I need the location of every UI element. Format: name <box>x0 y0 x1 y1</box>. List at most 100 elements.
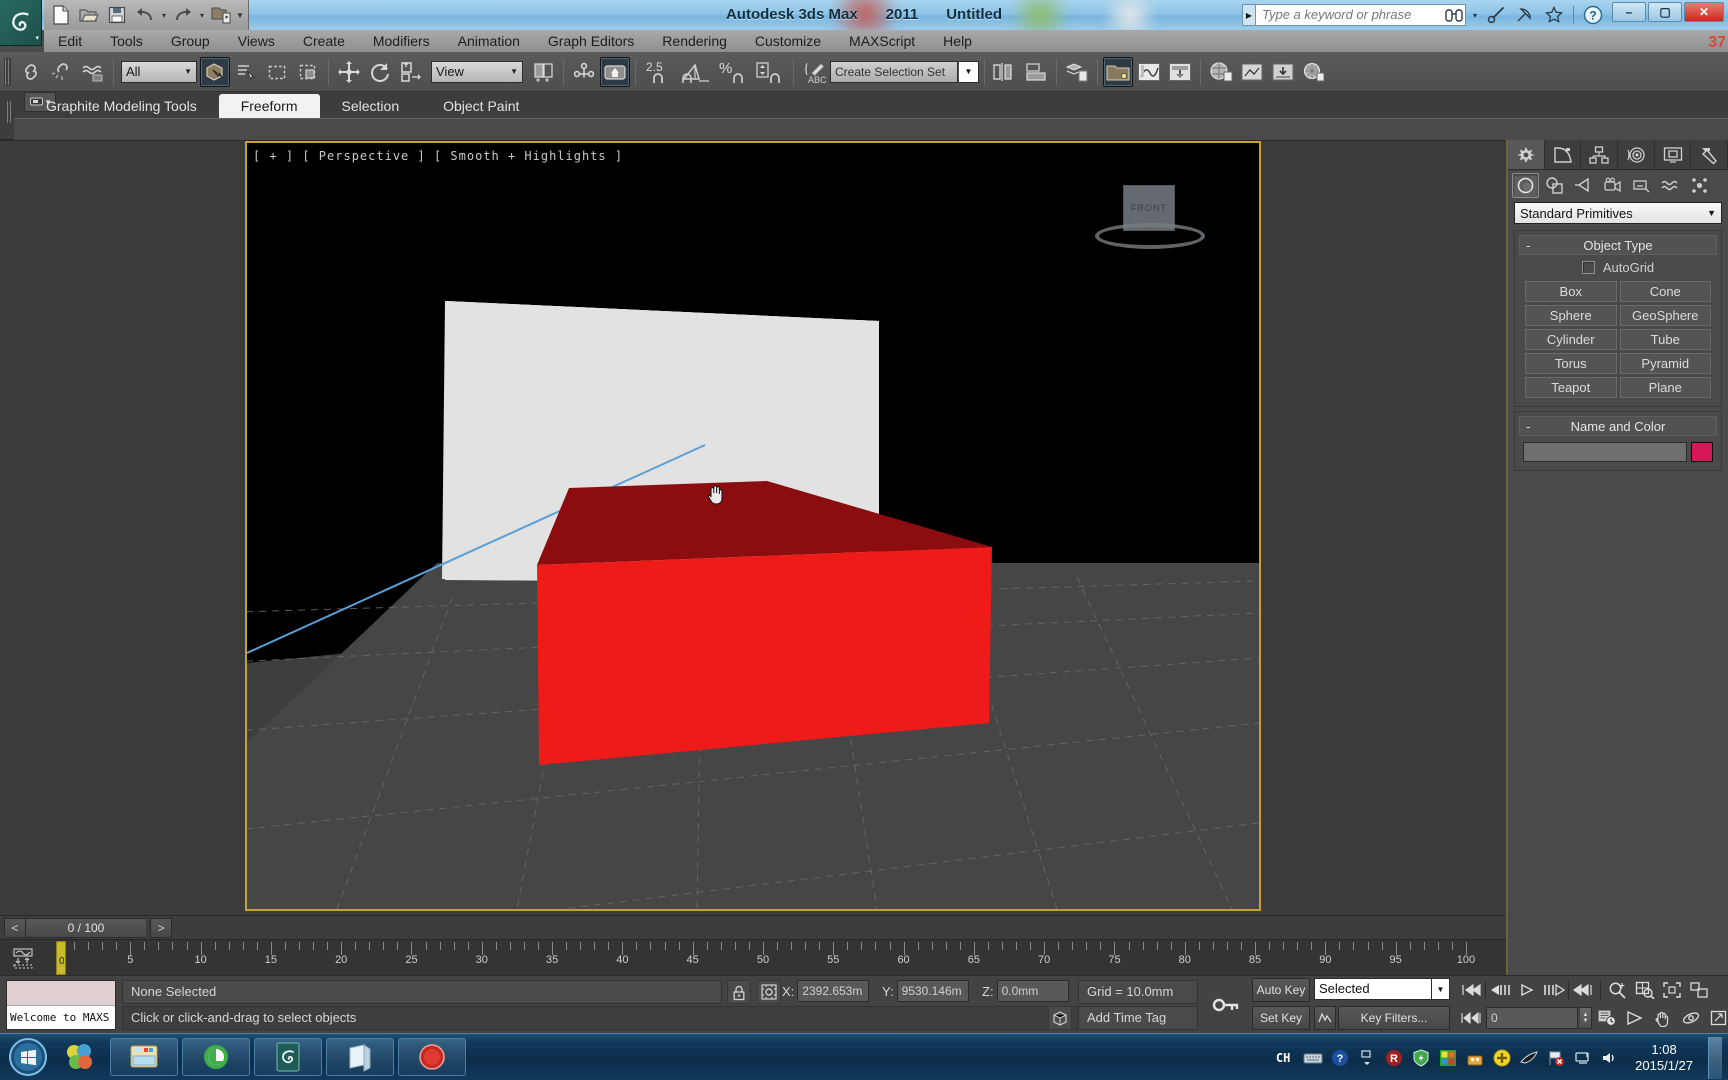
select-and-move-icon[interactable] <box>334 57 364 87</box>
systems-icon[interactable] <box>1686 173 1713 198</box>
redo-dropdown-icon[interactable]: ▾ <box>198 2 206 28</box>
object-type-button-tube[interactable]: Tube <box>1619 329 1711 350</box>
menu-item-group[interactable]: Group <box>157 30 224 52</box>
menu-item-rendering[interactable]: Rendering <box>648 30 741 52</box>
maxscript-output-pane[interactable] <box>7 981 115 1005</box>
satellite-dish-icon[interactable] <box>1512 3 1538 27</box>
pen-tool-icon[interactable] <box>1519 1048 1539 1068</box>
object-type-header[interactable]: - Object Type <box>1519 235 1717 255</box>
time-tag-cube-icon[interactable] <box>1048 1006 1072 1030</box>
menu-item-edit[interactable]: Edit <box>44 30 96 52</box>
ribbon-grip[interactable] <box>6 100 13 124</box>
menu-item-modifiers[interactable]: Modifiers <box>359 30 444 52</box>
field-of-view-icon[interactable] <box>1622 1006 1648 1030</box>
minimize-button[interactable]: – <box>1612 2 1646 22</box>
motion-tab-icon[interactable] <box>1618 140 1655 169</box>
bind-to-space-warp-icon[interactable] <box>78 57 108 87</box>
ribbon-tab-object-paint[interactable]: Object Paint <box>421 94 541 118</box>
previous-frame-icon[interactable] <box>1487 978 1513 1002</box>
viewport-label[interactable]: [ + ] [ Perspective ] [ Smooth + Highlig… <box>253 149 623 163</box>
key-filters-button[interactable]: Key Filters... <box>1338 1006 1450 1030</box>
shield-security-icon[interactable] <box>1411 1048 1431 1068</box>
material-editor-icon[interactable] <box>1206 57 1236 87</box>
percent-snap-toggle-icon[interactable]: % <box>715 57 751 87</box>
maximize-button[interactable]: ▢ <box>1648 2 1682 22</box>
track-bar[interactable]: 5 10 15 20 25 30 35 40 45 50 55 60 65 70 75 80 85 90 95 100… <box>0 939 1506 975</box>
rendered-frame-window-icon[interactable] <box>1268 57 1298 87</box>
menu-item-views[interactable]: Views <box>224 30 289 52</box>
zoom-extents-icon[interactable] <box>1659 978 1685 1002</box>
reference-coord-system-combo[interactable]: View ▼ <box>431 60 523 83</box>
start-button[interactable] <box>4 1036 52 1078</box>
object-type-button-box[interactable]: Box <box>1525 281 1617 302</box>
object-type-button-sphere[interactable]: Sphere <box>1525 305 1617 326</box>
select-object-icon[interactable] <box>200 56 230 87</box>
key-mode-toggle-icon[interactable] <box>1210 990 1244 1020</box>
application-menu-button[interactable]: ▾ <box>0 0 42 46</box>
close-button[interactable]: ✕ <box>1684 2 1724 22</box>
angle-snap-icon[interactable] <box>678 57 714 87</box>
space-warps-icon[interactable] <box>1657 173 1684 198</box>
object-type-button-geosphere[interactable]: GeoSphere <box>1619 305 1711 326</box>
curve-editor-icon[interactable] <box>1134 57 1164 87</box>
next-frame-icon[interactable] <box>1541 978 1567 1002</box>
z-coordinate-field[interactable]: 0.0mm <box>996 980 1069 1002</box>
show-desktop-button[interactable] <box>1708 1036 1722 1079</box>
quick-launch-media-icon[interactable] <box>52 1037 108 1077</box>
object-type-button-torus[interactable]: Torus <box>1525 353 1617 374</box>
track-bar-ruler[interactable]: 5 10 15 20 25 30 35 40 45 50 55 60 65 70 75 80 85 90 95 100 <box>48 940 1506 976</box>
chevron-down-icon[interactable]: ▼ <box>1707 208 1716 218</box>
show-hidden-icons-icon[interactable] <box>1357 1048 1377 1068</box>
help-question-icon[interactable]: ? <box>1580 3 1606 27</box>
menu-item-maxscript[interactable]: MAXScript <box>835 30 929 52</box>
recorder-task[interactable] <box>398 1038 466 1076</box>
autogrid-checkbox[interactable] <box>1581 260 1595 274</box>
select-and-manipulate-icon[interactable] <box>569 57 599 87</box>
binoculars-icon[interactable] <box>1441 3 1467 27</box>
menu-item-tools[interactable]: Tools <box>96 30 157 52</box>
zoom-icon[interactable] <box>1605 978 1631 1002</box>
perspective-viewport[interactable]: [ + ] [ Perspective ] [ Smooth + Highlig… <box>245 141 1261 911</box>
shapes-icon[interactable] <box>1541 173 1568 198</box>
schematic-view-icon[interactable] <box>1165 57 1195 87</box>
save-file-icon[interactable] <box>104 2 130 28</box>
primitive-category-combo[interactable]: Standard Primitives ▼ <box>1514 202 1722 224</box>
object-type-button-cone[interactable]: Cone <box>1619 281 1711 302</box>
select-and-scale-icon[interactable] <box>396 57 426 87</box>
open-file-icon[interactable] <box>76 2 102 28</box>
render-setup-icon[interactable] <box>1237 57 1267 87</box>
display-tab-icon[interactable] <box>1655 140 1692 169</box>
x-coordinate-field[interactable]: 2392.653m <box>797 980 870 1002</box>
time-configuration-icon[interactable] <box>1594 1006 1620 1030</box>
key-wrench-icon[interactable] <box>1483 3 1509 27</box>
play-animation-icon[interactable] <box>1514 978 1540 1002</box>
pan-view-icon[interactable] <box>1650 1006 1676 1030</box>
render-production-icon[interactable] <box>1299 57 1329 87</box>
undo-icon[interactable] <box>132 2 158 28</box>
windows-explorer-task[interactable] <box>110 1038 178 1076</box>
absolute-relative-transform-icon[interactable] <box>757 980 781 1004</box>
name-and-color-collapse-icon[interactable]: - <box>1526 419 1530 434</box>
mirror-icon[interactable] <box>990 57 1020 87</box>
maximize-viewport-icon[interactable] <box>1706 1006 1728 1030</box>
select-and-link-icon[interactable] <box>16 57 46 87</box>
open-mini-curve-editor-icon[interactable] <box>10 946 36 970</box>
menu-item-graph-editors[interactable]: Graph Editors <box>534 30 648 52</box>
chevron-down-icon[interactable]: ▼ <box>184 67 192 76</box>
frame-spinner[interactable]: ▲ ▼ <box>1580 1007 1592 1029</box>
object-type-button-plane[interactable]: Plane <box>1619 377 1711 398</box>
network-icon[interactable] <box>1573 1048 1593 1068</box>
current-frame-field[interactable]: 0 <box>1486 1007 1578 1029</box>
object-color-swatch[interactable] <box>1691 442 1713 462</box>
chevron-down-icon[interactable]: ▼ <box>510 67 518 76</box>
time-slider-next-button[interactable]: > <box>150 917 172 938</box>
redo-icon[interactable] <box>170 2 196 28</box>
volume-icon[interactable] <box>1600 1048 1620 1068</box>
zoom-region-icon[interactable] <box>1686 978 1712 1002</box>
y-coordinate-field[interactable]: 9530.146m <box>896 980 969 1002</box>
unlink-selection-icon[interactable] <box>47 57 77 87</box>
r-antivirus-icon[interactable]: R <box>1384 1048 1404 1068</box>
menu-item-create[interactable]: Create <box>289 30 359 52</box>
viewport-canvas[interactable] <box>247 143 1259 909</box>
angle-snap-toggle-icon[interactable]: 2.5 <box>641 57 677 87</box>
